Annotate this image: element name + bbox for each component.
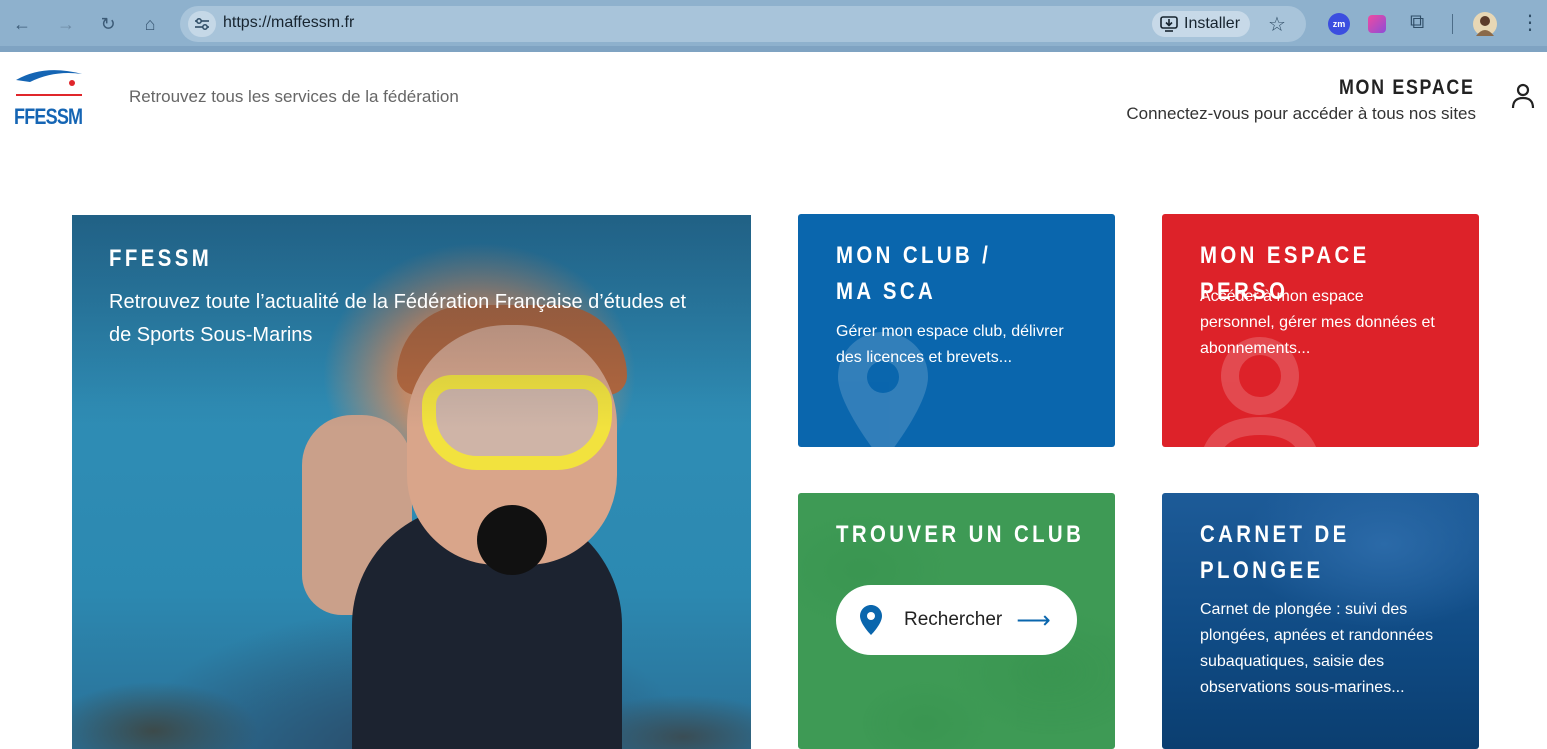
card-carnet-title-line1: CARNET DE [1200, 521, 1350, 548]
install-label: Installer [1184, 15, 1241, 32]
install-app-button[interactable]: Installer [1152, 11, 1251, 37]
toolbar-divider [0, 46, 1547, 52]
logo-wave-icon [16, 70, 82, 96]
card-perso-description: Accéder à mon espace personnel, gérer me… [1200, 288, 1435, 357]
extensions-puzzle-icon[interactable]: ⧉ [1410, 11, 1432, 33]
card-carnet-description: Carnet de plongée : suivi des plongées, … [1200, 601, 1434, 696]
card-club-title: MON CLUB / MA SCA [836, 238, 1091, 310]
ffessm-logo[interactable]: FFESSM [14, 66, 86, 132]
account-subtitle[interactable]: Connectez-vous pour accéder à tous nos s… [1126, 104, 1476, 124]
card-mon-club[interactable]: MON CLUB / MA SCA Gérer mon espace club,… [798, 214, 1115, 447]
card-trouver-club[interactable]: TROUVER UN CLUB Rechercher ⟶ [798, 493, 1115, 749]
forward-arrow-icon[interactable]: → [54, 12, 78, 36]
zoom-extension-icon[interactable]: zm [1328, 13, 1350, 35]
bookmark-star-icon[interactable]: ☆ [1268, 12, 1286, 37]
address-bar[interactable]: https://maffessm.fr Installer ☆ [180, 6, 1306, 42]
home-icon[interactable]: ⌂ [138, 12, 162, 36]
card-club-title-line1: MON CLUB / [836, 242, 992, 269]
card-carnet-title: CARNET DE PLONGEE [1200, 517, 1455, 589]
install-icon [1160, 16, 1178, 32]
search-club-button[interactable]: Rechercher ⟶ [836, 585, 1077, 655]
location-pin-icon [860, 605, 882, 635]
url-text[interactable]: https://maffessm.fr [223, 14, 354, 32]
browser-menu-icon[interactable]: ⋮ [1520, 10, 1540, 35]
toolbar-separator [1452, 14, 1453, 34]
card-club-description: Gérer mon espace club, délivrer des lice… [836, 323, 1064, 366]
hero-title: FFESSM [109, 245, 213, 272]
card-carnet-title-line2: PLONGEE [1200, 557, 1324, 584]
card-find-title: TROUVER UN CLUB [836, 521, 1085, 548]
site-info-icon[interactable] [188, 11, 216, 37]
profile-avatar-icon[interactable] [1473, 12, 1497, 36]
user-icon[interactable] [1511, 82, 1535, 110]
search-button-label: Rechercher [904, 609, 1003, 630]
card-espace-perso[interactable]: MON ESPACE PERSO Accéder à mon espace pe… [1162, 214, 1479, 447]
site-tagline: Retrouvez tous les services de la fédéra… [129, 87, 459, 106]
arrow-right-icon: ⟶ [1016, 606, 1051, 634]
browser-toolbar: ← → ↻ ⌂ https://maffessm.fr Installer ☆ … [0, 0, 1547, 52]
hero-news-card[interactable]: FFESSM Retrouvez toute l’actualité de la… [72, 215, 751, 749]
logo-text: FFESSM [14, 104, 83, 129]
hero-description: Retrouvez toute l’actualité de la Fédéra… [109, 291, 687, 346]
reload-icon[interactable]: ↻ [96, 12, 120, 36]
account-title[interactable]: MON ESPACE [1339, 76, 1475, 100]
extension-icon[interactable] [1368, 15, 1386, 33]
back-arrow-icon[interactable]: ← [10, 12, 34, 36]
card-carnet-plongee[interactable]: CARNET DE PLONGEE Carnet de plongée : su… [1162, 493, 1479, 749]
card-club-title-line2: MA SCA [836, 278, 937, 305]
